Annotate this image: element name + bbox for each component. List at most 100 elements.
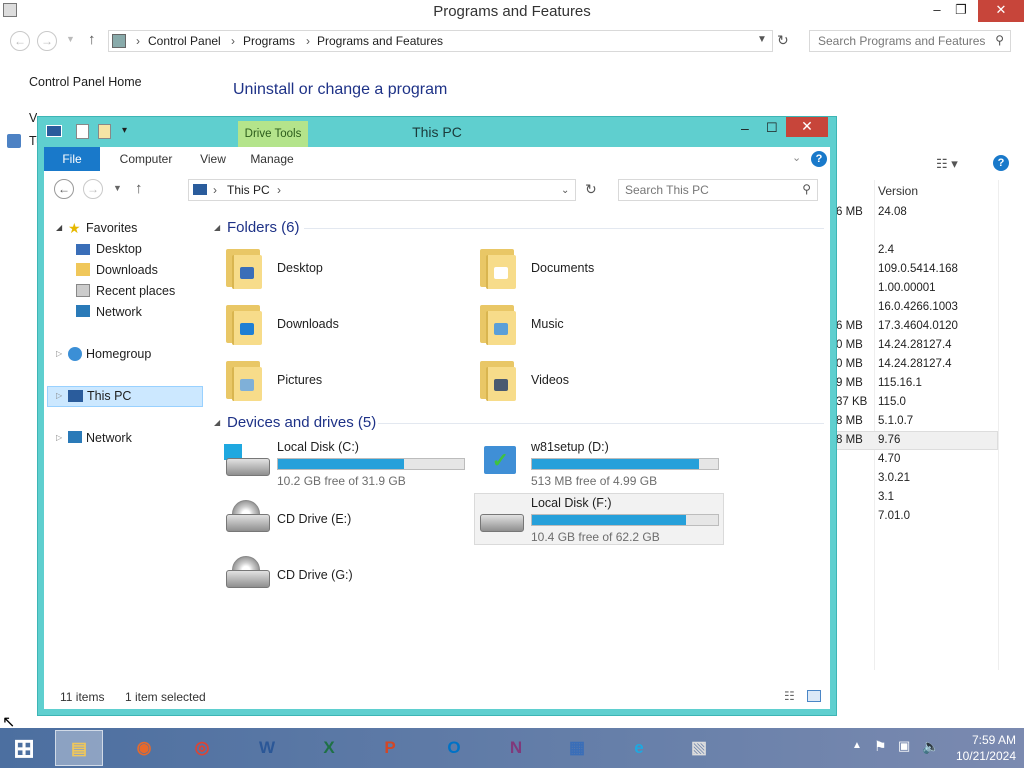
tree-downloads[interactable]: Downloads xyxy=(96,263,158,277)
control-panel-address-bar[interactable]: › Control Panel › Programs › Programs an… xyxy=(108,30,773,52)
network-tray-icon[interactable]: ▣ xyxy=(898,738,910,754)
breadcrumb-item[interactable]: This PC xyxy=(227,183,270,197)
control-panel-icon[interactable]: ▧ xyxy=(675,730,723,766)
breadcrumb-item[interactable]: Control Panel xyxy=(148,34,221,48)
explorer-search-input[interactable]: Search This PC ⚲ xyxy=(618,179,818,201)
folder-videos-icon[interactable] xyxy=(478,357,518,401)
tree-network[interactable]: Network xyxy=(86,431,132,445)
folders-group-header[interactable]: Folders (6) xyxy=(227,219,300,236)
setup-drive-icon[interactable]: ✓ xyxy=(478,444,526,484)
folder-label[interactable]: Music xyxy=(531,317,564,331)
tab-view[interactable]: View xyxy=(188,147,238,171)
up-arrow-icon[interactable]: ↑ xyxy=(88,31,96,48)
outlook-icon[interactable]: O xyxy=(430,730,478,766)
excel-icon[interactable]: X xyxy=(305,730,353,766)
view-options-icon[interactable]: ☷ ▾ xyxy=(936,156,958,172)
restore-button[interactable]: ❐ xyxy=(944,0,978,22)
expand-arrow-icon[interactable]: ▷ xyxy=(56,391,62,400)
remote-desktop-icon[interactable]: ▦ xyxy=(553,730,601,766)
collapse-arrow-icon[interactable]: ◢ xyxy=(214,223,220,232)
breadcrumb-chevron-icon[interactable]: › xyxy=(306,34,310,48)
clock[interactable]: 7:59 AM 10/21/2024 xyxy=(956,732,1016,764)
folder-documents-icon[interactable] xyxy=(478,245,518,289)
tree-recent-places[interactable]: Recent places xyxy=(96,284,175,298)
breadcrumb-item[interactable]: Programs xyxy=(243,34,295,48)
large-icons-view-icon[interactable] xyxy=(807,690,821,702)
hard-disk-icon[interactable] xyxy=(224,444,272,484)
help-icon[interactable]: ? xyxy=(811,151,827,167)
version-column-header[interactable]: Version xyxy=(878,184,918,198)
minimize-button[interactable]: – xyxy=(741,120,749,136)
volume-icon[interactable]: 🔈 xyxy=(922,738,939,755)
chevron-down-icon[interactable]: ⌄ xyxy=(561,185,569,196)
tab-file[interactable]: File xyxy=(44,147,100,171)
tab-computer[interactable]: Computer xyxy=(106,147,186,171)
devices-group-header[interactable]: Devices and drives (5) xyxy=(227,414,376,431)
explorer-titlebar[interactable]: ▾ This PC Drive Tools – ☐ ✕ xyxy=(38,117,836,147)
folder-downloads-icon[interactable] xyxy=(224,301,264,345)
tree-favorites[interactable]: Favorites xyxy=(86,221,137,235)
expand-arrow-icon[interactable]: ◢ xyxy=(56,223,62,232)
forward-arrow-icon[interactable]: → xyxy=(83,179,103,199)
firefox-icon[interactable]: ◉ xyxy=(120,730,168,766)
drive-label[interactable]: CD Drive (G:) xyxy=(277,568,353,582)
control-panel-home-link[interactable]: Control Panel Home xyxy=(29,75,142,89)
expand-arrow-icon[interactable]: ▷ xyxy=(56,433,62,442)
refresh-icon[interactable]: ↻ xyxy=(777,32,789,49)
folder-music-icon[interactable] xyxy=(478,301,518,345)
internet-explorer-icon[interactable]: e xyxy=(615,730,663,766)
recent-locations-icon[interactable]: ▼ xyxy=(113,183,122,193)
start-icon[interactable]: ⊞ xyxy=(0,730,48,766)
explorer-address-bar[interactable]: › This PC › ⌄ xyxy=(188,179,576,201)
up-arrow-icon[interactable]: ↑ xyxy=(135,180,143,197)
tree-network-favorite[interactable]: Network xyxy=(96,305,142,319)
search-icon[interactable]: ⚲ xyxy=(995,33,1004,47)
search-icon[interactable]: ⚲ xyxy=(802,182,811,196)
show-hidden-icons-icon[interactable]: ▲ xyxy=(852,740,862,751)
collapse-arrow-icon[interactable]: ◢ xyxy=(214,418,220,427)
back-arrow-icon[interactable]: ← xyxy=(10,31,30,51)
tree-this-pc-selected[interactable]: ▷ This PC xyxy=(47,386,203,407)
breadcrumb-chevron-icon[interactable]: › xyxy=(277,183,281,197)
chrome-icon[interactable]: ◎ xyxy=(178,730,226,766)
breadcrumb-chevron-icon[interactable]: › xyxy=(231,34,235,48)
maximize-button[interactable]: ☐ xyxy=(766,120,778,136)
chevron-down-icon[interactable]: ▼ xyxy=(757,34,767,45)
close-button[interactable]: ✕ xyxy=(978,0,1024,22)
recent-locations-icon[interactable]: ▼ xyxy=(66,34,75,44)
drive-label[interactable]: Local Disk (F:) xyxy=(531,496,612,510)
cd-drive-icon[interactable] xyxy=(224,500,272,540)
tab-manage[interactable]: Manage xyxy=(240,147,304,171)
folder-label[interactable]: Downloads xyxy=(277,317,339,331)
back-arrow-icon[interactable]: ← xyxy=(54,179,74,199)
drive-label[interactable]: CD Drive (E:) xyxy=(277,512,351,526)
details-view-icon[interactable]: ☷ xyxy=(784,689,795,703)
folder-label[interactable]: Pictures xyxy=(277,373,322,387)
tree-desktop[interactable]: Desktop xyxy=(96,242,142,256)
powerpoint-icon[interactable]: P xyxy=(366,730,414,766)
close-button[interactable]: ✕ xyxy=(786,117,828,137)
breadcrumb-item[interactable]: Programs and Features xyxy=(317,34,443,48)
onenote-icon[interactable]: N xyxy=(492,730,540,766)
help-icon[interactable]: ? xyxy=(993,155,1009,171)
file-explorer-icon[interactable]: ▤ xyxy=(55,730,103,766)
folder-label[interactable]: Videos xyxy=(531,373,569,387)
drive-label[interactable]: w81setup (D:) xyxy=(531,440,609,454)
windows-features-link[interactable]: Turn Windows features on or off xyxy=(29,134,37,148)
folder-label[interactable]: Documents xyxy=(531,261,594,275)
cd-drive-icon[interactable] xyxy=(224,556,272,596)
breadcrumb-chevron-icon[interactable]: › xyxy=(136,34,140,48)
word-icon[interactable]: W xyxy=(243,730,291,766)
tree-homegroup[interactable]: Homegroup xyxy=(86,347,151,361)
forward-arrow-icon[interactable]: → xyxy=(37,31,57,51)
control-panel-search-input[interactable]: Search Programs and Features ⚲ xyxy=(809,30,1011,52)
chevron-down-icon[interactable]: ⌄ xyxy=(792,151,801,164)
folder-desktop-icon[interactable] xyxy=(224,245,264,289)
flag-icon[interactable]: ⚑ xyxy=(874,738,887,755)
refresh-icon[interactable]: ↻ xyxy=(585,181,597,198)
breadcrumb-chevron-icon[interactable]: › xyxy=(213,183,217,197)
folder-pictures-icon[interactable] xyxy=(224,357,264,401)
folder-label[interactable]: Desktop xyxy=(277,261,323,275)
expand-arrow-icon[interactable]: ▷ xyxy=(56,349,62,358)
view-installed-updates-link[interactable]: View installed updates xyxy=(29,111,37,125)
